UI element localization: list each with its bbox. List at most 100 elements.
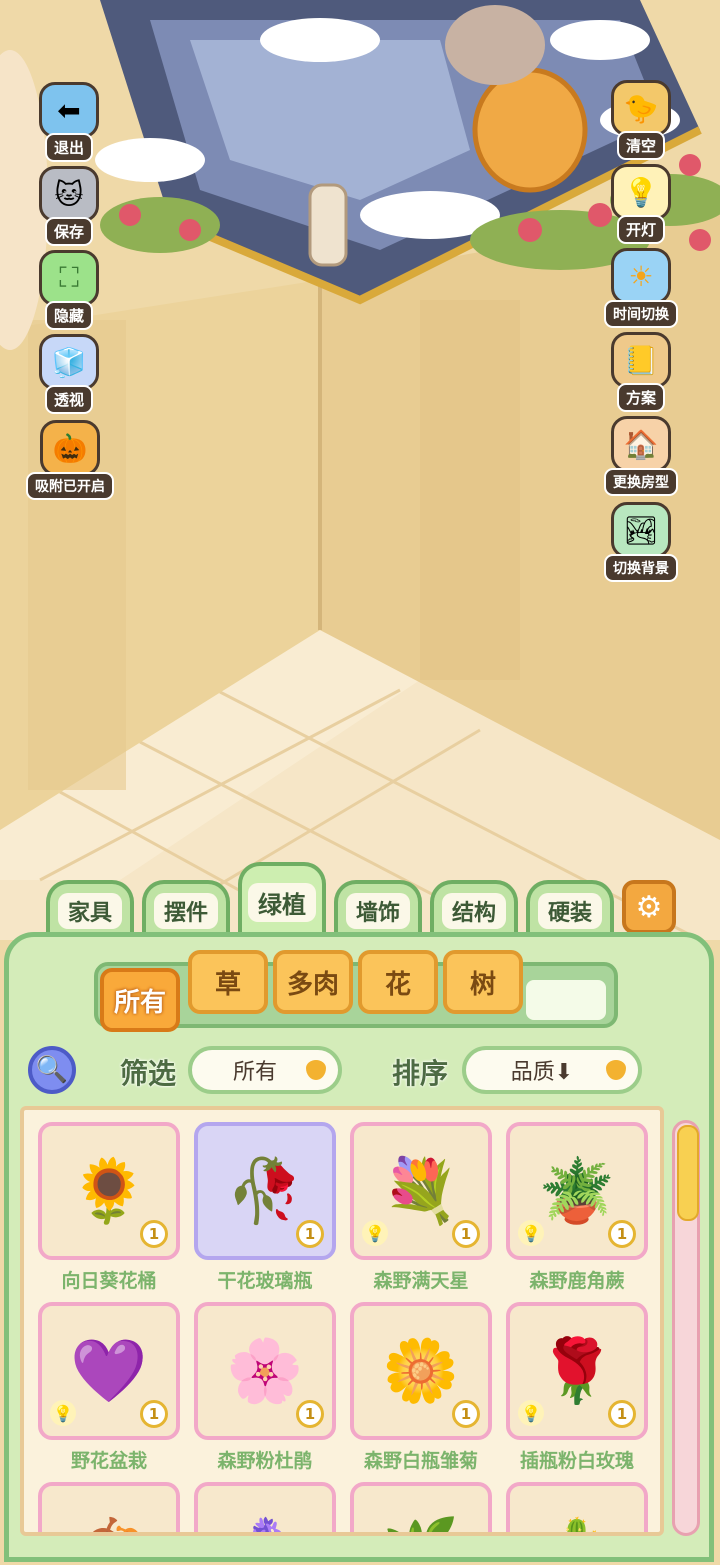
switch-background-label: 切换背景: [604, 554, 678, 582]
light-button[interactable]: 💡 开灯: [598, 164, 684, 244]
item-card[interactable]: 🌻 1 向日葵花桶: [38, 1122, 180, 1293]
filter-dropdown[interactable]: 所有: [188, 1046, 342, 1094]
item-thumbnail: 🍂: [38, 1482, 180, 1532]
perspective-icon: 🧊: [39, 334, 99, 390]
tab-structure[interactable]: 结构: [430, 880, 518, 938]
dropdown-arrow-icon: [606, 1060, 626, 1080]
item-name: 向日葵花桶: [61, 1270, 157, 1292]
tab-hardcover[interactable]: 硬装: [526, 880, 614, 938]
tab-label: 绿植: [248, 882, 316, 922]
exit-icon: ⬅: [39, 82, 99, 138]
lightbulb-icon: 💡: [362, 1220, 388, 1246]
subtab-tree[interactable]: 树: [443, 950, 523, 1014]
item-name: 野花盆栽: [70, 1450, 147, 1472]
item-card[interactable]: 🌹 💡 1 插瓶粉白玫瑰: [506, 1302, 648, 1473]
snap-toggle[interactable]: 🎃 吸附已开启: [20, 420, 120, 500]
save-label: 保存: [44, 217, 93, 246]
item-thumbnail: 🌼 1: [350, 1302, 492, 1440]
item-thumbnail: 🪴 💡 1: [506, 1122, 648, 1260]
item-thumbnail: 🌿: [350, 1482, 492, 1532]
item-count-badge: 1: [608, 1220, 636, 1248]
item-count-badge: 1: [140, 1400, 168, 1428]
filter-label: 筛选: [120, 1057, 177, 1090]
item-card[interactable]: 🍂: [38, 1482, 180, 1532]
hide-button[interactable]: ⛶ 隐藏: [26, 250, 112, 330]
scrollbar-thumb[interactable]: [677, 1125, 699, 1221]
tab-label: 摆件: [153, 893, 218, 929]
item-count-badge: 1: [608, 1400, 636, 1428]
item-thumbnail: 🌸 1: [194, 1302, 336, 1440]
tab-furniture[interactable]: 家具: [46, 880, 134, 938]
snap-label: 吸附已开启: [26, 472, 114, 500]
perspective-button[interactable]: 🧊 透视: [26, 334, 112, 414]
exit-button[interactable]: ⬅ 退出: [26, 82, 112, 162]
search-button[interactable]: 🔍: [28, 1046, 76, 1094]
dropdown-arrow-icon: [306, 1060, 326, 1080]
tab-ornaments[interactable]: 摆件: [142, 880, 230, 938]
subtab-succulent[interactable]: 多肉: [273, 950, 353, 1014]
lightbulb-icon: 💡: [50, 1400, 76, 1426]
subtab-all[interactable]: 所有: [100, 968, 180, 1032]
tab-greenery[interactable]: 绿植: [238, 862, 326, 938]
item-name: 干花玻璃瓶: [217, 1270, 313, 1292]
light-icon: 💡: [611, 164, 671, 220]
item-grid[interactable]: 🌻 1 向日葵花桶 🥀 1 干花玻璃瓶 💐 💡 1 森野满天星 🪴 💡 1 森野…: [20, 1106, 664, 1536]
search-icon: 🔍: [35, 1055, 69, 1085]
item-card[interactable]: 🌼 1 森野白瓶雏菊: [350, 1302, 492, 1473]
subtab-flower[interactable]: 花: [358, 950, 438, 1014]
plan-icon: 📒: [611, 332, 671, 388]
settings-button[interactable]: ⚙: [622, 880, 676, 934]
scrollbar[interactable]: [672, 1120, 700, 1536]
tab-label: 硬装: [537, 893, 602, 929]
subtab-grass[interactable]: 草: [188, 950, 268, 1014]
gear-icon: ⚙: [635, 889, 663, 925]
plant-image: 🪻: [198, 1486, 332, 1532]
item-card[interactable]: 💐 💡 1 森野满天星: [350, 1122, 492, 1293]
filter-value: 所有: [232, 1060, 277, 1085]
plant-image: 🌿: [354, 1486, 488, 1532]
lightbulb-icon: 💡: [518, 1220, 544, 1246]
sort-dropdown[interactable]: 品质⬇: [462, 1046, 642, 1094]
item-thumbnail: 🥀 1: [194, 1122, 336, 1260]
time-switch-icon: ☀: [611, 248, 671, 304]
item-name: 森野满天星: [373, 1270, 469, 1292]
sort-value: 品质⬇: [510, 1060, 574, 1085]
save-button[interactable]: 🐱 保存: [26, 166, 112, 246]
item-card[interactable]: 🌸 1 森野粉杜鹃: [194, 1302, 336, 1473]
background-icon: 🏞: [611, 502, 671, 558]
time-switch-button[interactable]: ☀ 时间切换: [592, 248, 690, 328]
plan-button[interactable]: 📒 方案: [598, 332, 684, 412]
change-house-button[interactable]: 🏠 更换房型: [592, 416, 690, 496]
hide-label: 隐藏: [44, 301, 93, 330]
sort-label: 排序: [392, 1057, 449, 1090]
clear-label: 清空: [616, 131, 665, 160]
snap-icon: 🎃: [40, 420, 100, 476]
tab-label: 墙饰: [345, 893, 410, 929]
item-card[interactable]: 💜 💡 1 野花盆栽: [38, 1302, 180, 1473]
switch-background-button[interactable]: 🏞 切换背景: [592, 502, 690, 582]
item-thumbnail: 💜 💡 1: [38, 1302, 180, 1440]
item-card[interactable]: 🥀 1 干花玻璃瓶: [194, 1122, 336, 1293]
item-card[interactable]: 🌿: [350, 1482, 492, 1532]
plant-image: 🌵: [510, 1486, 644, 1532]
perspective-label: 透视: [44, 385, 93, 414]
item-name: 插瓶粉白玫瑰: [519, 1450, 634, 1472]
item-thumbnail: 🪻: [194, 1482, 336, 1532]
plant-image: 🍂: [42, 1486, 176, 1532]
item-card[interactable]: 🪴 💡 1 森野鹿角蕨: [506, 1122, 648, 1293]
item-thumbnail: 🌵: [506, 1482, 648, 1532]
house-icon: 🏠: [611, 416, 671, 472]
tab-label: 结构: [441, 893, 506, 929]
item-thumbnail: 💐 💡 1: [350, 1122, 492, 1260]
clear-button[interactable]: 🐤 清空: [598, 80, 684, 160]
tab-wall-decor[interactable]: 墙饰: [334, 880, 422, 938]
item-card[interactable]: 🪻: [194, 1482, 336, 1532]
item-card[interactable]: 🌵: [506, 1482, 648, 1532]
subcategory-empty-slot: [526, 980, 606, 1020]
item-thumbnail: 🌻 1: [38, 1122, 180, 1260]
hide-icon: ⛶: [39, 250, 99, 306]
item-name: 森野鹿角蕨: [529, 1270, 625, 1292]
plan-label: 方案: [616, 383, 665, 412]
clear-icon: 🐤: [611, 80, 671, 136]
time-switch-label: 时间切换: [604, 300, 678, 328]
